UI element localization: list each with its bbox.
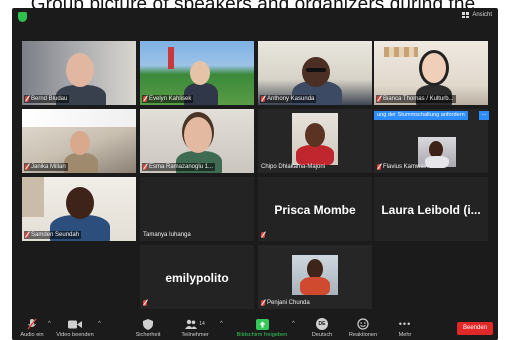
participant-name-label: Anthony Kasunda	[260, 95, 317, 103]
mic-muted-icon	[25, 164, 29, 170]
participant-name-label: Penjani Chunda	[260, 299, 312, 307]
video-tile-evelyn-kahlisek[interactable]: Evelyn Kahlisek	[140, 41, 254, 105]
participant-face	[190, 61, 210, 85]
request-unmute-banner[interactable]: ung der Stummschaltung anfordern	[374, 111, 468, 120]
bunting-decoration	[384, 47, 418, 57]
mic-muted-icon	[143, 300, 147, 306]
view-label: Ansicht	[472, 12, 492, 18]
video-tile-bianca-thomas[interactable]: Bianca Thomas / Kulturb...	[374, 41, 488, 105]
video-options-caret[interactable]: ^	[98, 321, 101, 327]
participant-face	[302, 57, 330, 87]
participant-face	[422, 53, 446, 83]
mic-muted-icon	[261, 300, 265, 306]
audio-button[interactable]: Audio ein	[12, 318, 52, 338]
participant-name-label: Chipo Dhlakama-Majoni	[261, 164, 326, 170]
end-meeting-button[interactable]: Beenden	[457, 322, 493, 335]
video-tile-emilypolito[interactable]: emilypolito	[140, 245, 254, 309]
smiley-icon	[357, 318, 369, 330]
video-tile-janika-millan[interactable]: Janika Millan	[22, 109, 136, 173]
camera-icon	[68, 320, 82, 328]
ceiling-light	[22, 109, 136, 127]
shelf-shape	[22, 177, 44, 217]
participant-face	[66, 53, 94, 87]
participant-face	[305, 123, 325, 147]
participant-name-label: Bianca Thomas / Kulturb...	[376, 95, 456, 103]
language-button[interactable]: DE Deutsch	[302, 318, 342, 338]
video-tile-penjani-chunda[interactable]: Penjani Chunda	[258, 245, 372, 309]
mic-muted-icon	[261, 96, 265, 102]
reactions-button[interactable]: Reaktionen	[343, 318, 383, 338]
participant-figure	[296, 145, 334, 165]
mic-muted-icon	[143, 96, 147, 102]
participant-figure	[300, 277, 330, 295]
zoom-meeting-window: Ansicht Bernd Bludau Evelyn Kahlisek Ant…	[12, 8, 498, 340]
shield-icon[interactable]	[18, 12, 27, 22]
microphone-muted-icon	[27, 318, 37, 330]
video-tile-samden-seundah[interactable]: Samden Seundah	[22, 177, 136, 241]
mic-muted-icon	[377, 164, 381, 170]
participant-name-display: Laura Leibold (i...	[381, 203, 481, 217]
participant-face	[307, 259, 323, 279]
top-bar: Ansicht	[12, 8, 498, 38]
meeting-toolbar: Audio ein ^ Video beenden ^ Sicherheit 1…	[12, 314, 498, 340]
language-badge: DE	[316, 318, 328, 330]
participant-count: 14	[199, 321, 205, 327]
share-screen-icon	[255, 318, 269, 330]
video-tile-bernd-bludau[interactable]: Bernd Bludau	[22, 41, 136, 105]
participants-button[interactable]: 14 Teilnehmer	[175, 318, 215, 338]
participant-name-label: Janika Millan	[24, 163, 68, 171]
participant-name-display: Prisca Mombe	[274, 203, 356, 217]
participant-name-display: emilypolito	[165, 271, 229, 285]
mic-muted-icon	[25, 232, 29, 238]
video-tile-prisca-mombe[interactable]: Prisca Mombe	[258, 177, 372, 241]
mic-muted-icon	[261, 232, 265, 238]
participant-face	[66, 187, 94, 219]
people-icon	[185, 319, 198, 329]
view-button[interactable]: Ansicht	[462, 12, 492, 18]
audio-options-caret[interactable]: ^	[48, 321, 51, 327]
participant-face	[184, 117, 212, 153]
share-screen-button[interactable]: Bildschirm freigeben	[234, 318, 290, 338]
share-options-caret[interactable]: ^	[292, 321, 295, 327]
participants-options-caret[interactable]: ^	[220, 321, 223, 327]
participant-name-label: Bernd Bludau	[24, 95, 70, 103]
participant-name-label: Flavius Kamwavi	[376, 163, 430, 171]
ellipsis-icon: •••	[398, 319, 412, 329]
security-button[interactable]: Sicherheit	[128, 318, 168, 338]
video-tile-chipo-dhlakama-majoni[interactable]: Chipo Dhlakama-Majoni	[258, 109, 372, 173]
mic-muted-icon	[25, 96, 29, 102]
participant-face	[70, 131, 90, 155]
grid-view-icon	[462, 12, 470, 18]
glasses-shape	[306, 68, 326, 72]
video-tile-esma-ramazanoglu[interactable]: Esma Ramazanoglu 1...	[140, 109, 254, 173]
participant-name-label: Samden Seundah	[24, 231, 82, 239]
participant-name-label: Tamanya Iuhanga	[143, 232, 191, 238]
more-button[interactable]: ••• Mehr	[385, 318, 425, 338]
video-button[interactable]: Video beenden	[55, 318, 95, 338]
participant-name-label: Esma Ramazanoglu 1...	[142, 163, 216, 171]
video-tile-tamanya-iuhanga[interactable]: Tamanya Iuhanga	[140, 177, 254, 241]
more-options-button[interactable]: ...	[479, 111, 489, 120]
participant-figure	[64, 153, 98, 173]
flag-shape	[168, 47, 174, 69]
video-tile-laura-leibold[interactable]: Laura Leibold (i...	[374, 177, 488, 241]
mic-muted-icon	[377, 96, 381, 102]
shield-icon	[143, 318, 153, 330]
mic-muted-icon	[143, 164, 147, 170]
video-tile-anthony-kasunda[interactable]: Anthony Kasunda	[258, 41, 372, 105]
participant-name-label: Evelyn Kahlisek	[142, 95, 194, 103]
